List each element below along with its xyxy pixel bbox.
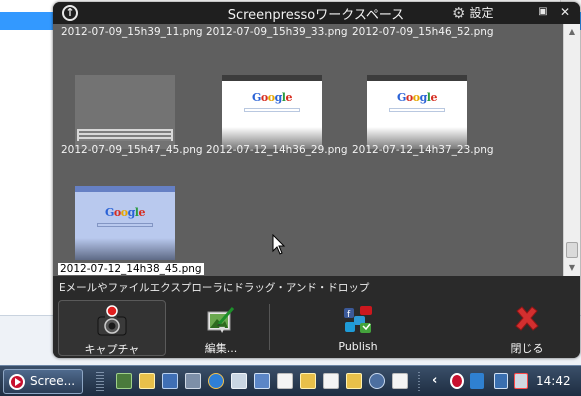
volume-muted-tray-icon[interactable] <box>514 373 528 389</box>
folder-icon[interactable] <box>139 373 155 389</box>
network-tray-icon[interactable] <box>494 373 508 389</box>
scroll-up-arrow-icon[interactable]: ▲ <box>567 27 577 37</box>
settings-label: 設定 <box>469 6 494 20</box>
screenpresso-workspace: ↑ Screenpressoワークスペース ⚙ 設定 ▣ ✕ 2012-07-09… <box>53 2 580 358</box>
taskbar-app-label: Scree... <box>30 374 76 388</box>
document-icon[interactable] <box>277 373 293 389</box>
thumbnail-label[interactable]: 2012-07-12_14h36_29.png <box>206 144 348 156</box>
document-icon[interactable] <box>323 373 339 389</box>
camera-icon <box>97 305 127 336</box>
google-logo-thumbnail: Google <box>105 206 145 219</box>
windows-taskbar: Scree... ‹ 14:42 <box>0 365 581 396</box>
folder-icon[interactable] <box>300 373 316 389</box>
capture-label: キャプチャ <box>84 343 140 356</box>
scroll-down-arrow-icon[interactable]: ▼ <box>567 263 577 273</box>
screenpresso-app-icon <box>9 374 25 390</box>
folder-icon[interactable] <box>346 373 362 389</box>
action-bar: キャプチャ 編集... f Publish 閉じる <box>53 298 580 358</box>
computer-icon[interactable] <box>185 373 201 389</box>
scrollbar-thumb[interactable] <box>566 242 578 258</box>
window-icon[interactable] <box>254 373 270 389</box>
document-icon[interactable] <box>392 373 408 389</box>
close-label: 閉じる <box>510 342 544 355</box>
close-workspace-button[interactable]: 閉じる <box>499 300 555 356</box>
workspace-titlebar: ↑ Screenpressoワークスペース ⚙ 設定 ▣ ✕ <box>53 2 580 24</box>
google-logo-thumbnail: Google <box>397 91 437 104</box>
screenshot-thumbnail[interactable] <box>75 75 175 149</box>
workspace-title: Screenpressoワークスペース <box>227 8 405 23</box>
settings-button[interactable]: ⚙ 設定 <box>452 4 493 22</box>
dropbox-tray-icon[interactable] <box>470 373 484 389</box>
internet-explorer-icon[interactable] <box>208 373 224 389</box>
taskbar-separator <box>418 372 420 392</box>
thumbnail-label[interactable]: 2012-07-12_14h37_23.png <box>352 144 494 156</box>
drag-drop-hint: Eメールやファイルエクスプローラにドラッグ・アンド・ドロップ <box>53 276 580 298</box>
screenpresso-tray-icon[interactable] <box>450 373 464 389</box>
close-x-icon <box>515 306 539 331</box>
thumbnail-label[interactable]: 2012-07-09_15h39_11.png <box>61 26 203 38</box>
thumbnail-label-selected[interactable]: 2012-07-12_14h38_45.png <box>58 263 204 275</box>
screenshot-thumbnail-selected[interactable]: Google <box>75 186 175 260</box>
mouse-cursor-icon <box>272 234 286 255</box>
screenshot-thumbnail[interactable]: Google <box>367 75 467 149</box>
network-icon[interactable] <box>162 373 178 389</box>
edit-divider <box>269 304 270 350</box>
taskbar-clock[interactable]: 14:42 <box>536 374 571 388</box>
settings-app-icon[interactable] <box>369 373 385 389</box>
thumbnail-label[interactable]: 2012-07-09_15h46_52.png <box>352 26 494 38</box>
google-logo-thumbnail: Google <box>252 91 292 104</box>
thumbnail-text-strip <box>77 129 173 141</box>
minimize-button[interactable]: ▣ <box>537 6 549 18</box>
taskbar-grip <box>96 372 104 392</box>
edit-dropdown-arrow-icon[interactable]: ▼ <box>219 325 225 334</box>
taskbar-app-button[interactable]: Scree... <box>3 369 83 394</box>
gear-icon: ⚙ <box>452 4 466 22</box>
capture-button[interactable]: キャプチャ <box>58 300 166 356</box>
tray-expand-chevron-icon[interactable]: ‹ <box>432 373 437 388</box>
quicklaunch-app-icon[interactable] <box>116 373 132 389</box>
vertical-scrollbar[interactable]: ▲ ▼ <box>563 24 580 276</box>
background-selection-bar <box>0 12 60 30</box>
recycle-bin-icon[interactable] <box>231 373 247 389</box>
back-arrow-icon[interactable]: ↑ <box>62 5 78 21</box>
screenshot-grid: 2012-07-09_15h39_11.png 2012-07-09_15h39… <box>53 24 563 276</box>
publish-services-icon: f <box>344 306 372 333</box>
publish-button[interactable]: f Publish <box>318 300 398 356</box>
thumbnail-label[interactable]: 2012-07-09_15h47_45.png <box>61 144 203 156</box>
edit-label: 編集... <box>204 342 238 355</box>
thumbnail-label[interactable]: 2012-07-09_15h39_33.png <box>206 26 348 38</box>
close-window-button[interactable]: ✕ <box>559 6 571 18</box>
screenshot-thumbnail[interactable]: Google <box>222 75 322 149</box>
publish-label: Publish <box>338 340 378 353</box>
